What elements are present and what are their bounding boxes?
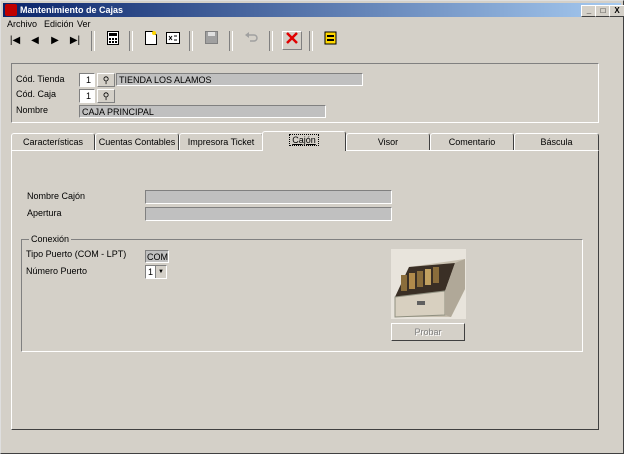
tab-caracteristicas[interactable]: Características <box>11 133 95 150</box>
nombre-cajon-label: Nombre Cajón <box>27 191 86 201</box>
last-record-icon[interactable]: ▶| <box>65 31 85 50</box>
copy-icon[interactable] <box>163 31 183 50</box>
export-icon[interactable] <box>320 31 340 50</box>
tipo-puerto-field[interactable]: COM <box>145 250 169 263</box>
toolbar-separator <box>189 31 193 51</box>
tab-cajon[interactable]: Cajón <box>262 131 346 151</box>
toolbar: |◀ ◀ ▶ ▶| <box>3 31 621 51</box>
caja-code-field[interactable]: 1 <box>79 89 95 103</box>
main-window: Mantenimiento de Cajas _ □ X Archivo Edi… <box>0 0 624 454</box>
caja-label: Cód. Caja <box>16 89 57 99</box>
toolbar-separator <box>129 31 133 51</box>
toolbar-separator <box>91 31 95 51</box>
nombre-cajon-field[interactable] <box>145 190 392 204</box>
nombre-field[interactable]: CAJA PRINCIPAL <box>79 105 326 118</box>
tienda-name-field: TIENDA LOS ALAMOS <box>116 73 363 86</box>
tab-comentario[interactable]: Comentario <box>430 133 514 150</box>
tab-impresora-ticket[interactable]: Impresora Ticket <box>179 133 263 150</box>
numero-puerto-label: Número Puerto <box>26 266 88 276</box>
menu-bar: Archivo Edición Ver <box>3 18 621 31</box>
magnifier-icon: ⚲ <box>102 91 110 101</box>
app-icon <box>5 4 17 16</box>
apertura-field[interactable] <box>145 207 392 221</box>
tienda-label: Cód. Tienda <box>16 74 65 84</box>
menu-edicion[interactable]: Edición <box>44 19 74 29</box>
close-button[interactable]: X <box>609 5 624 17</box>
toolbar-separator <box>309 31 313 51</box>
window-title: Mantenimiento de Cajas <box>20 5 124 15</box>
nombre-label: Nombre <box>16 105 49 115</box>
new-icon[interactable] <box>141 31 161 50</box>
tienda-lookup-button[interactable]: ⚲ <box>97 73 115 87</box>
magnifier-icon: ⚲ <box>102 75 110 85</box>
next-record-icon[interactable]: ▶ <box>45 31 65 50</box>
prev-record-icon[interactable]: ◀ <box>25 31 45 50</box>
tipo-puerto-label: Tipo Puerto (COM - LPT) <box>26 249 127 259</box>
tienda-code-field[interactable]: 1 <box>79 73 95 87</box>
first-record-icon[interactable]: |◀ <box>5 31 25 50</box>
toolbar-separator <box>229 31 233 51</box>
title-bar: Mantenimiento de Cajas _ □ X <box>3 3 624 17</box>
menu-ver[interactable]: Ver <box>77 19 91 29</box>
menu-archivo[interactable]: Archivo <box>7 19 37 29</box>
undo-icon[interactable] <box>241 31 261 50</box>
numero-puerto-value: 1 <box>148 267 154 277</box>
save-icon[interactable] <box>201 31 221 50</box>
cash-drawer-image <box>391 249 466 319</box>
calculator-icon[interactable] <box>103 31 123 50</box>
apertura-label: Apertura <box>27 208 62 218</box>
tab-cuentas-contables[interactable]: Cuentas Contables <box>95 133 179 150</box>
tab-visor[interactable]: Visor <box>346 133 430 150</box>
numero-puerto-select[interactable]: 1 ▼ <box>145 265 167 279</box>
chevron-down-icon[interactable]: ▼ <box>155 266 166 278</box>
toolbar-separator <box>269 31 273 51</box>
tab-bascula[interactable]: Báscula <box>514 133 599 150</box>
delete-icon[interactable] <box>282 31 302 50</box>
conexion-title: Conexión <box>29 234 72 244</box>
caja-lookup-button[interactable]: ⚲ <box>97 89 115 103</box>
probar-button[interactable]: Probar <box>391 323 465 341</box>
